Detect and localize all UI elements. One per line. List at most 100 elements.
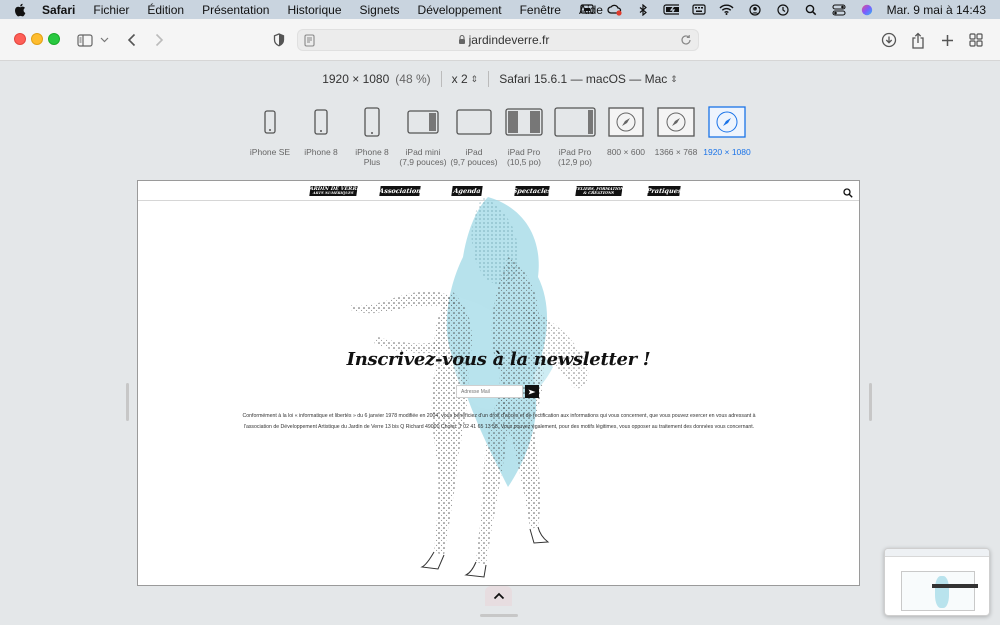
ateliers-line2: & CRÉATIONS — [583, 190, 615, 195]
menu-historique[interactable]: Historique — [287, 3, 341, 17]
creative-cloud-icon[interactable] — [607, 4, 623, 16]
device-label: 1920 × 1080 — [703, 147, 751, 157]
device-label: iPad Pro — [558, 147, 592, 157]
menu-presentation[interactable]: Présentation — [202, 3, 269, 17]
device-1366x768[interactable]: 1366 × 768 — [652, 100, 700, 157]
address-bar[interactable]: jardindeverre.fr — [297, 29, 699, 51]
wifi-icon[interactable] — [719, 4, 735, 16]
screenshot-preview-thumbnail[interactable] — [884, 548, 990, 616]
menu-fenetre[interactable]: Fenêtre — [520, 3, 561, 17]
minimize-window-button[interactable] — [31, 33, 43, 45]
nav-agenda[interactable]: Agenda — [451, 186, 483, 196]
separator — [440, 71, 442, 87]
device-iphone-8[interactable]: iPhone 8 — [302, 100, 340, 157]
device-label: 1366 × 768 — [654, 147, 698, 157]
send-icon — [528, 389, 536, 394]
fullscreen-window-button[interactable] — [48, 33, 60, 45]
safari-compass-icon — [657, 100, 695, 144]
resolution-label[interactable]: 1920 × 1080 — [322, 72, 389, 86]
device-iphone-8-plus[interactable]: iPhone 8 Plus — [352, 100, 392, 167]
safari-compass-icon — [608, 100, 644, 144]
thumbnail-toolbar — [885, 549, 989, 557]
menubar-clock[interactable]: Mar. 9 mai à 14:43 — [887, 3, 986, 17]
nav-spectacles[interactable]: Spectacles — [512, 186, 552, 196]
tablet-icon — [505, 100, 543, 144]
device-ipad-mini[interactable]: iPad mini (7,9 pouces) — [397, 100, 449, 167]
device-1920x1080[interactable]: 1920 × 1080 — [702, 100, 752, 157]
responsive-design-bar: 1920 × 1080 (48 %) x 2 ⇕ Safari 15.6.1 —… — [0, 66, 1000, 92]
device-presets: iPhone SE iPhone 8 iPhone 8 Plus iPad mi… — [0, 100, 1000, 180]
menu-edition[interactable]: Édition — [147, 3, 184, 17]
chevron-down-icon[interactable] — [98, 30, 110, 50]
bluetooth-icon[interactable] — [635, 3, 651, 16]
device-label: iPad Pro — [507, 147, 541, 157]
back-button[interactable] — [124, 30, 138, 50]
tablet-icon — [456, 100, 492, 144]
thumbnail-illustration — [935, 576, 949, 608]
share-icon[interactable] — [910, 30, 926, 50]
device-label-line2: (12,9 po) — [557, 157, 593, 167]
reload-icon[interactable] — [680, 34, 692, 49]
device-800x600[interactable]: 800 × 600 — [604, 100, 648, 157]
downloads-icon[interactable] — [880, 30, 898, 50]
keyboard-icon[interactable] — [691, 4, 707, 16]
device-label-line2: (9,7 pouces) — [450, 157, 498, 167]
menu-signets[interactable]: Signets — [360, 3, 400, 17]
phone-icon — [264, 100, 276, 144]
scroll-to-top-button[interactable] — [485, 586, 512, 606]
device-iphone-se[interactable]: iPhone SE — [249, 100, 291, 157]
battery-icon[interactable] — [663, 4, 679, 16]
separator — [488, 71, 490, 87]
url-text[interactable]: jardindeverre.fr — [469, 33, 550, 47]
chevron-updown-icon[interactable]: ⇕ — [471, 74, 479, 85]
sidebar-toggle-icon[interactable] — [76, 30, 94, 50]
resize-handle-bottom[interactable] — [480, 614, 518, 617]
phone-icon — [364, 100, 380, 144]
responsive-viewport: JARDIN DE VERRE ARTS NUMÉRIQUES Associat… — [137, 180, 860, 586]
device-label: iPhone 8 — [304, 147, 338, 157]
menu-app-name[interactable]: Safari — [42, 3, 75, 17]
search-icon[interactable] — [843, 185, 853, 203]
menu-developpement[interactable]: Développement — [418, 3, 502, 17]
menubar-status-area: Mar. 9 mai à 14:43 — [579, 0, 986, 19]
site-logo[interactable]: JARDIN DE VERRE ARTS NUMÉRIQUES — [307, 186, 361, 196]
time-machine-icon[interactable] — [775, 3, 791, 16]
device-label: iPhone 8 — [355, 147, 389, 157]
newsletter-title: Inscrivez-vous à la newsletter ! — [346, 349, 651, 370]
phone-icon — [314, 100, 328, 144]
resize-handle-right[interactable] — [869, 383, 872, 421]
menu-fichier[interactable]: Fichier — [93, 3, 129, 17]
legal-notice: Conformément à la loi « informatique et … — [242, 413, 756, 430]
user-icon[interactable] — [747, 3, 763, 16]
logo-line2: ARTS NUMÉRIQUES — [312, 190, 354, 195]
thumbnail-page — [901, 571, 978, 611]
device-ipad-pro-10[interactable]: iPad Pro (10,5 po) — [503, 100, 545, 167]
device-ipad[interactable]: iPad (9,7 pouces) — [447, 100, 501, 167]
tab-overview-icon[interactable] — [968, 30, 984, 50]
device-ipad-pro-12[interactable]: iPad Pro (12,9 po) — [552, 100, 598, 167]
forward-button[interactable] — [152, 30, 166, 50]
siri-icon[interactable] — [859, 4, 875, 16]
chevron-updown-icon[interactable]: ⇕ — [670, 74, 678, 85]
email-input[interactable] — [456, 385, 523, 398]
resize-handle-left[interactable] — [126, 383, 129, 421]
apple-icon[interactable] — [14, 3, 28, 17]
user-agent-select[interactable]: Safari 15.6.1 — macOS — Mac — [499, 72, 667, 86]
nav-association[interactable]: Association — [379, 186, 422, 196]
privacy-shield-icon[interactable] — [272, 30, 286, 50]
nav-ateliers[interactable]: ATELIERS, FORMATIONS & CRÉATIONS — [572, 186, 627, 196]
safari-compass-icon — [708, 100, 746, 144]
pixel-ratio-select[interactable]: x 2 — [452, 72, 468, 86]
tablet-icon — [407, 100, 439, 144]
device-label: iPhone SE — [249, 147, 291, 157]
spotlight-search-icon[interactable] — [803, 4, 819, 16]
newsletter-submit-button[interactable] — [525, 385, 539, 398]
zoom-label: (48 %) — [395, 72, 431, 86]
reader-view-icon[interactable] — [304, 34, 315, 50]
screen-mirror-icon[interactable] — [579, 4, 595, 16]
new-tab-icon[interactable] — [940, 30, 954, 50]
nav-pratiques[interactable]: Pratiques — [646, 186, 682, 196]
control-center-icon[interactable] — [831, 3, 847, 16]
safari-toolbar: jardindeverre.fr — [0, 19, 1000, 61]
close-window-button[interactable] — [14, 33, 26, 45]
